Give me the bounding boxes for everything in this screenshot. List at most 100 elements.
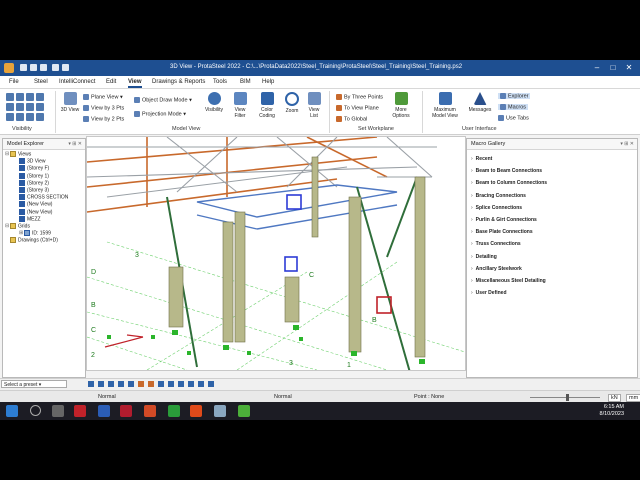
menu-view[interactable]: View bbox=[128, 79, 142, 88]
menu-steel[interactable]: Steel bbox=[34, 79, 48, 85]
view-filter-button[interactable]: View Filter bbox=[230, 92, 250, 119]
model-tree: ⊟ Views 3D View (Storey F) (Storey 1) (St… bbox=[5, 151, 68, 244]
menu-file[interactable]: File bbox=[9, 79, 19, 85]
macro-category-item[interactable]: › Bracing Connections bbox=[471, 190, 547, 202]
to-global-button[interactable]: To Global bbox=[336, 116, 367, 122]
color-coding-button[interactable]: Color Coding bbox=[256, 92, 278, 119]
tree-item-view[interactable]: (Storey 1) bbox=[5, 172, 68, 180]
menu-tools[interactable]: Tools bbox=[213, 79, 227, 85]
snap-grid-icon[interactable] bbox=[138, 381, 144, 387]
autocad-icon[interactable] bbox=[74, 405, 86, 417]
status-point: Point : None bbox=[414, 394, 445, 400]
macro-category-item[interactable]: › Recent bbox=[471, 153, 547, 165]
tree-item-view[interactable]: (Storey 2) bbox=[5, 179, 68, 187]
panel-controls[interactable]: ▾ ⊞ ✕ bbox=[68, 139, 82, 149]
macro-category-item[interactable]: › Truss Connections bbox=[471, 238, 547, 250]
view-by-3pts-button[interactable]: View by 3 Pts bbox=[83, 105, 124, 111]
powerpoint-icon[interactable] bbox=[144, 405, 156, 417]
snap-plane-icon[interactable] bbox=[178, 381, 184, 387]
menu-help[interactable]: Help bbox=[262, 79, 274, 85]
object-draw-mode-button[interactable]: Object Draw Mode ▾ bbox=[134, 97, 192, 103]
snap-line-icon[interactable] bbox=[168, 381, 174, 387]
snap-perpendicular-icon[interactable] bbox=[148, 381, 154, 387]
snap-free-icon[interactable] bbox=[208, 381, 214, 387]
projection-mode-button[interactable]: Projection Mode ▾ bbox=[134, 111, 186, 117]
visibility-button[interactable]: Visibility bbox=[202, 92, 226, 113]
use-tabs-toggle[interactable]: Use Tabs bbox=[498, 115, 529, 121]
tree-item-view[interactable]: MEZZ bbox=[5, 215, 68, 223]
view-list-button[interactable]: View List bbox=[305, 92, 323, 119]
tree-node-views[interactable]: ⊟ Views bbox=[5, 151, 68, 158]
snap-edge-icon[interactable] bbox=[198, 381, 204, 387]
zoom-button[interactable]: Zoom bbox=[283, 92, 301, 114]
redo-icon[interactable] bbox=[62, 64, 69, 71]
panel-controls[interactable]: ▾ ⊞ ✕ bbox=[620, 139, 634, 149]
preset-select[interactable]: Select a preset ▾ bbox=[1, 380, 67, 388]
magnifier-icon bbox=[285, 92, 299, 106]
search-icon[interactable] bbox=[30, 405, 41, 416]
file-explorer-icon[interactable] bbox=[214, 405, 226, 417]
macro-category-item[interactable]: › Purlin & Girt Connections bbox=[471, 214, 547, 226]
minimize-button[interactable]: – bbox=[590, 62, 604, 74]
tree-item-view[interactable]: (Storey 3) bbox=[5, 186, 68, 194]
tree-item-view[interactable]: 3D View bbox=[5, 158, 68, 165]
macro-category-item[interactable]: › Miscellaneous Steel Detailing bbox=[471, 275, 547, 287]
snap-nearest-icon[interactable] bbox=[128, 381, 134, 387]
macros-toggle[interactable]: Macros bbox=[498, 104, 529, 111]
force-unit-select[interactable]: kN bbox=[608, 394, 621, 402]
tree-item-view[interactable]: (New View) bbox=[5, 201, 68, 208]
3d-viewport[interactable]: D 3 C 2 B C B 3 1 bbox=[86, 136, 466, 371]
tree-item-view[interactable]: (New View) bbox=[5, 208, 68, 216]
macro-category-item[interactable]: › Base Plate Connections bbox=[471, 226, 547, 238]
system-clock[interactable]: 6:15 AM 8/10/2023 bbox=[600, 404, 624, 418]
macro-category-item[interactable]: › Beam to Column Connections bbox=[471, 177, 547, 189]
snap-origin-icon[interactable] bbox=[158, 381, 164, 387]
macro-category-item[interactable]: › Ancillary Steelwork bbox=[471, 263, 547, 275]
protasteel-taskbar-icon[interactable] bbox=[238, 405, 250, 417]
snap-endpoint-icon[interactable] bbox=[88, 381, 94, 387]
snap-point-icon[interactable] bbox=[188, 381, 194, 387]
maximum-model-view-button[interactable]: Maximum Model View bbox=[428, 92, 462, 119]
app-icon[interactable] bbox=[120, 405, 132, 417]
tree-item-view[interactable]: CROSS SECTION bbox=[5, 194, 68, 201]
zoom-slider[interactable] bbox=[530, 397, 600, 398]
tree-item-grid[interactable]: ⊞ ID: 1599 bbox=[5, 230, 68, 237]
macro-category-item[interactable]: › Splice Connections bbox=[471, 202, 547, 214]
menu-bim[interactable]: BIM bbox=[240, 79, 251, 85]
view3d-button[interactable]: 3D View bbox=[60, 92, 80, 113]
menu-intelliconnect[interactable]: IntelliConnect bbox=[59, 79, 95, 85]
tree-node-drawings[interactable]: Drawings (Ctrl+D) bbox=[5, 237, 68, 244]
grid-label-c2: C bbox=[91, 327, 96, 334]
zoom-slider-thumb[interactable] bbox=[566, 394, 569, 401]
messages-button[interactable]: Messages bbox=[466, 92, 494, 113]
tree-item-view[interactable]: (Storey F) bbox=[5, 165, 68, 172]
menu-drawings-reports[interactable]: Drawings & Reports bbox=[152, 79, 205, 85]
word-icon[interactable] bbox=[98, 405, 110, 417]
maximize-button[interactable]: □ bbox=[606, 62, 620, 74]
macro-category-item[interactable]: › Beam to Beam Connections bbox=[471, 165, 547, 177]
macro-category-item[interactable]: › User Defined bbox=[471, 287, 547, 299]
length-unit-select[interactable]: mm bbox=[626, 394, 640, 402]
explorer-toggle[interactable]: Explorer bbox=[498, 93, 531, 100]
to-view-plane-button[interactable]: To View Plane bbox=[336, 105, 379, 111]
snap-center-icon[interactable] bbox=[118, 381, 124, 387]
app-icon-2[interactable] bbox=[190, 405, 202, 417]
new-file-icon[interactable] bbox=[20, 64, 27, 71]
view-by-2pts-button[interactable]: View by 2 Pts bbox=[83, 116, 124, 122]
camtasia-icon[interactable] bbox=[168, 405, 180, 417]
macro-category-item[interactable]: › Detailing bbox=[471, 251, 547, 263]
task-view-icon[interactable] bbox=[52, 405, 64, 417]
save-icon[interactable] bbox=[40, 64, 47, 71]
more-options-button[interactable]: More Options bbox=[390, 92, 412, 119]
open-file-icon[interactable] bbox=[30, 64, 37, 71]
snap-intersection-icon[interactable] bbox=[108, 381, 114, 387]
start-icon[interactable] bbox=[6, 405, 18, 417]
by-three-points-button[interactable]: By Three Points bbox=[336, 94, 383, 100]
plane-view-button[interactable]: Plane View ▾ bbox=[83, 94, 123, 100]
undo-icon[interactable] bbox=[52, 64, 59, 71]
close-button[interactable]: ✕ bbox=[622, 62, 636, 74]
snap-midpoint-icon[interactable] bbox=[98, 381, 104, 387]
steel-structure-drawing[interactable]: D 3 C 2 B C B 3 1 bbox=[87, 137, 465, 370]
tree-node-grids[interactable]: ⊟ Grids bbox=[5, 222, 68, 230]
menu-edit[interactable]: Edit bbox=[106, 79, 116, 85]
